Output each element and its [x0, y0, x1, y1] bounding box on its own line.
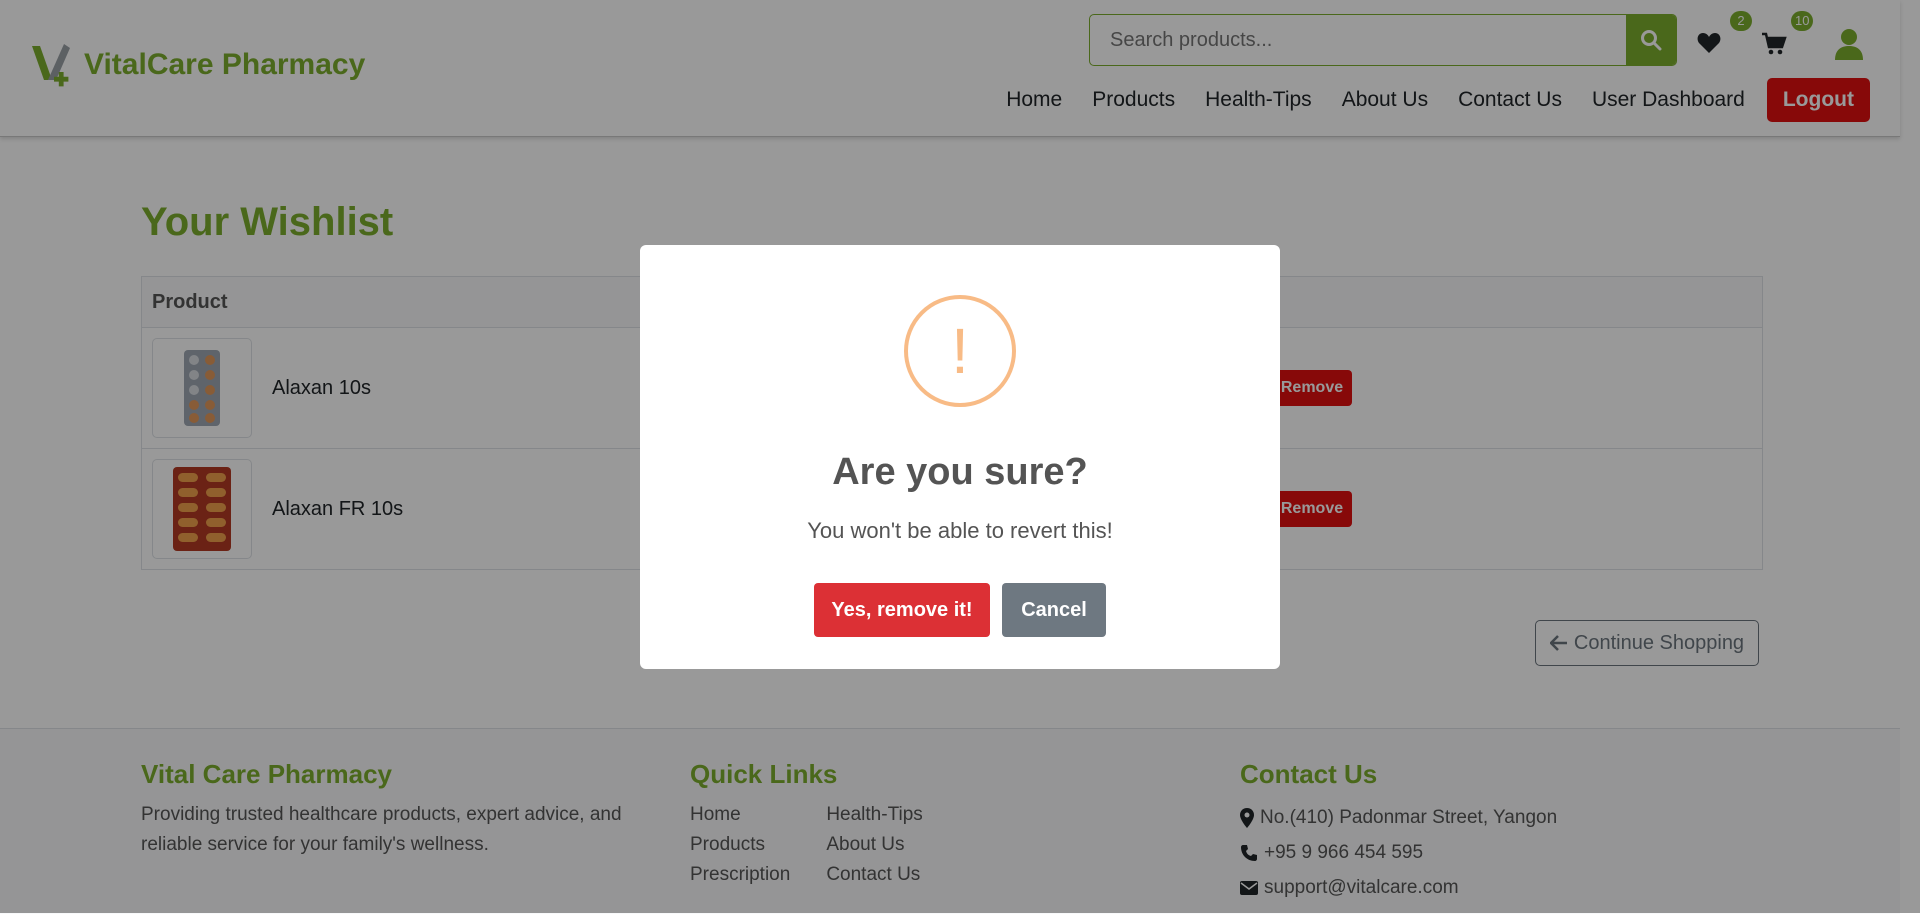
dialog-message: You won't be able to revert this! — [807, 518, 1113, 543]
dialog-title: Are you sure? — [832, 451, 1088, 493]
warning-icon: ! — [904, 295, 1016, 407]
confirm-dialog: ! Are you sure? You won't be able to rev… — [640, 245, 1280, 669]
cancel-button[interactable]: Cancel — [1002, 583, 1106, 637]
confirm-remove-button[interactable]: Yes, remove it! — [814, 583, 990, 637]
